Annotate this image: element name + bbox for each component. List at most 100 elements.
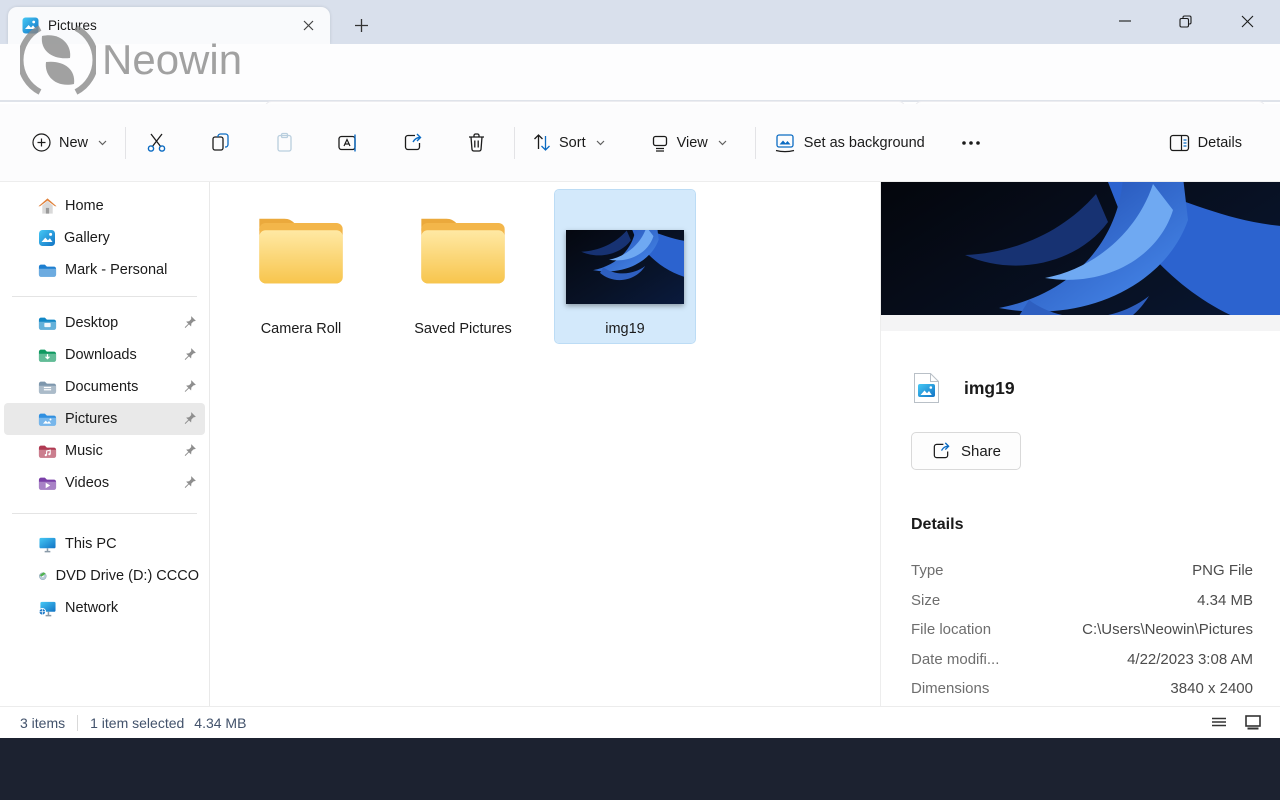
share-button[interactable]: Share [911, 432, 1021, 470]
file-tile-img19-selected[interactable]: img19 [555, 190, 695, 343]
restore-button[interactable] [1156, 0, 1214, 42]
detail-value: 4.34 MB [1197, 592, 1253, 609]
detail-row-file-location: File location C:\Users\Neowin\Pictures [911, 615, 1253, 645]
sidebar-item-label: Downloads [65, 347, 137, 363]
detail-label: File location [911, 621, 991, 638]
pin-icon [182, 347, 197, 362]
tab-close-icon[interactable] [296, 14, 320, 38]
toolbar-separator [755, 127, 756, 159]
sort-button[interactable]: Sort [523, 125, 615, 160]
details-file-name: img19 [964, 378, 1015, 399]
sidebar-item-pictures[interactable]: Pictures [4, 403, 205, 435]
new-label: New [59, 135, 88, 151]
details-view-toggle[interactable] [1206, 711, 1232, 735]
sidebar-item-network[interactable]: Network [4, 592, 205, 624]
content-area: Home Gallery Mark - Personal Desktop [0, 182, 1280, 706]
pin-icon [182, 379, 197, 394]
png-file-icon [913, 372, 940, 404]
cut-button[interactable] [134, 123, 178, 163]
videos-folder-icon [38, 476, 57, 491]
share-icon [931, 441, 951, 461]
sidebar-item-label: Music [65, 443, 103, 459]
sort-label: Sort [559, 135, 586, 151]
delete-button[interactable] [454, 123, 498, 163]
detail-row-size: Size 4.34 MB [911, 586, 1253, 616]
sidebar-item-label: Gallery [64, 230, 110, 246]
new-button[interactable]: New [22, 125, 117, 160]
tab-title: Pictures [48, 18, 296, 33]
close-window-button[interactable] [1218, 0, 1276, 42]
sidebar-item-label: Videos [65, 475, 109, 491]
sidebar-item-gallery[interactable]: Gallery [4, 222, 205, 254]
sidebar-item-videos[interactable]: Videos [4, 467, 205, 499]
sidebar-item-label: DVD Drive (D:) CCCO [56, 568, 199, 584]
cut-icon [146, 132, 167, 153]
explorer-tab-pictures[interactable]: Pictures [8, 7, 330, 44]
rename-icon [337, 133, 360, 153]
details-pane-label: Details [1198, 135, 1242, 151]
image-background-icon [774, 133, 796, 153]
downloads-folder-icon [38, 348, 57, 363]
ellipsis-icon [962, 141, 980, 145]
detail-value: PNG File [1192, 562, 1253, 579]
view-button[interactable]: View [641, 126, 737, 160]
details-pane: img19 Share Details Type PNG File Size 4… [880, 182, 1280, 706]
sidebar-item-home[interactable]: Home [4, 190, 205, 222]
desktop-folder-icon [38, 316, 57, 331]
sidebar-item-label: Home [65, 198, 104, 214]
folder-name: Camera Roll [261, 321, 342, 343]
network-icon [38, 600, 57, 617]
minimize-button[interactable] [1096, 0, 1154, 42]
sidebar-item-dvd-drive[interactable]: DVD Drive (D:) CCCO [4, 560, 205, 592]
sidebar-item-documents[interactable]: Documents [4, 371, 205, 403]
copy-button[interactable] [198, 123, 242, 163]
image-preview [881, 182, 1280, 315]
folder-tile-camera-roll[interactable]: Camera Roll [231, 190, 371, 343]
sidebar-item-desktop[interactable]: Desktop [4, 307, 205, 339]
sidebar-item-this-pc[interactable]: This PC [4, 528, 205, 560]
new-tab-button[interactable] [348, 12, 374, 38]
sidebar-item-downloads[interactable]: Downloads [4, 339, 205, 371]
items-count: 3 items [20, 715, 65, 731]
set-as-background-label: Set as background [804, 135, 925, 151]
thumbnail-view-toggle[interactable] [1240, 711, 1266, 735]
sidebar-item-music[interactable]: Music [4, 435, 205, 467]
sidebar-divider [12, 513, 197, 514]
pin-icon [182, 443, 197, 458]
status-bar: 3 items 1 item selected 4.34 MB [0, 706, 1280, 738]
file-name: img19 [605, 321, 645, 343]
toolbar-separator [514, 127, 515, 159]
detail-value: C:\Users\Neowin\Pictures [1082, 621, 1253, 638]
home-icon [38, 197, 57, 215]
pin-icon [182, 315, 197, 330]
pin-icon [182, 411, 197, 426]
share-button-toolbar[interactable] [390, 123, 434, 163]
chevron-down-icon [596, 140, 605, 146]
status-divider [77, 715, 78, 731]
selection-size: 4.34 MB [194, 715, 246, 731]
set-as-background-button[interactable]: Set as background [764, 125, 935, 161]
file-title-row: img19 [913, 372, 1015, 404]
trash-icon [467, 132, 486, 153]
gallery-icon [38, 229, 56, 247]
navigation-bar: Pictures [0, 44, 1280, 102]
this-pc-monitor-icon [38, 536, 57, 553]
folder-name: Saved Pictures [414, 321, 512, 343]
copy-icon [210, 132, 231, 153]
sort-icon [533, 133, 551, 152]
sidebar-item-label: Desktop [65, 315, 118, 331]
sidebar-item-onedrive-personal[interactable]: Mark - Personal [4, 254, 205, 286]
plus-circle-icon [32, 133, 51, 152]
share-label: Share [961, 443, 1001, 460]
share-icon [402, 132, 423, 153]
onedrive-folder-icon [38, 263, 57, 278]
more-options-button[interactable] [949, 123, 993, 163]
pictures-folder-icon [38, 412, 57, 427]
sidebar: Home Gallery Mark - Personal Desktop [0, 182, 210, 706]
rename-button[interactable] [326, 123, 370, 163]
details-pane-button[interactable]: Details [1159, 126, 1252, 160]
detail-row-date-modified: Date modifi... 4/22/2023 3:08 AM [911, 645, 1253, 675]
sidebar-item-label: Network [65, 600, 118, 616]
folder-tile-saved-pictures[interactable]: Saved Pictures [393, 190, 533, 343]
paste-button[interactable] [262, 123, 306, 163]
